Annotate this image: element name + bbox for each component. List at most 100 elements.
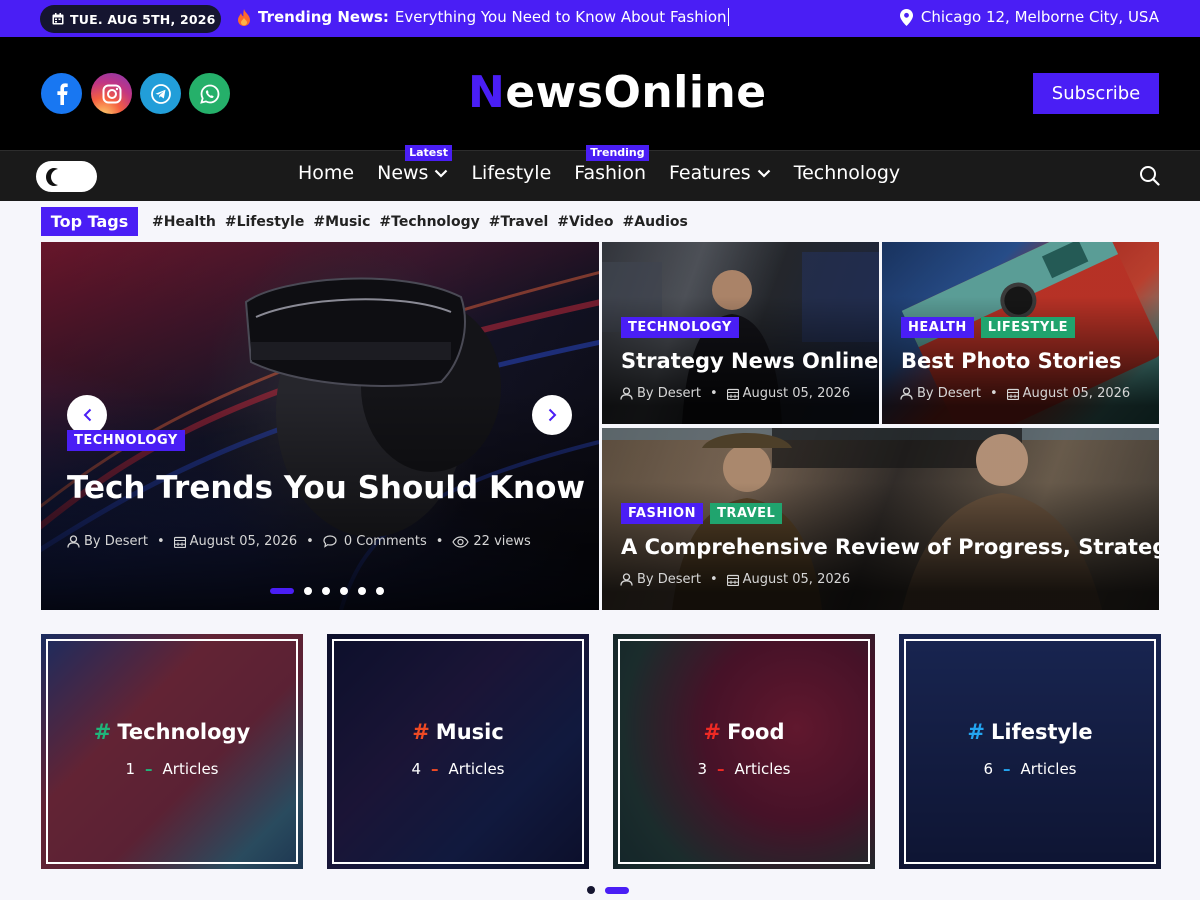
user-icon: [67, 535, 80, 548]
author[interactable]: By Desert: [620, 386, 701, 401]
subscribe-button[interactable]: Subscribe: [1033, 73, 1159, 114]
tag-technology[interactable]: #Technology: [379, 214, 479, 230]
category-tile-food[interactable]: # Food 3– Articles: [613, 634, 875, 869]
comments[interactable]: 0 Comments: [323, 534, 427, 549]
tile-frame: [904, 639, 1156, 864]
post-date: August 05, 2026: [726, 572, 850, 587]
nav-label: Fashion: [574, 162, 646, 184]
nav-label: Lifestyle: [471, 162, 552, 184]
tile-name-text: Lifestyle: [990, 720, 1093, 744]
site-header: NewsOnline Subscribe: [0, 37, 1200, 150]
card-categories: HEALTH LIFESTYLE: [901, 316, 1077, 338]
category-badge[interactable]: LIFESTYLE: [980, 317, 1075, 338]
calendar-icon: [1006, 388, 1019, 400]
facebook-icon[interactable]: [41, 73, 82, 114]
nav-item-features[interactable]: Features: [669, 162, 771, 184]
user-icon: [620, 573, 633, 586]
trending-news[interactable]: Trending News: Everything You Need to Kn…: [237, 8, 729, 26]
tile-name: # Food: [613, 720, 875, 744]
meta-separator: •: [306, 534, 314, 549]
slider-dot[interactable]: [322, 587, 330, 595]
category-tile-technology[interactable]: # Technology 1– Articles: [41, 634, 303, 869]
post-card[interactable]: HEALTH LIFESTYLE Best Photo Stories By D…: [882, 242, 1159, 424]
hash-icon: #: [93, 720, 112, 744]
date-text: August 05, 2026: [1022, 386, 1131, 401]
slider-dot[interactable]: [270, 588, 294, 594]
slider-dot[interactable]: [358, 587, 366, 595]
tag-video[interactable]: #Video: [557, 214, 613, 230]
nav-badge-latest: Latest: [405, 145, 453, 161]
slider-next-button[interactable]: [532, 395, 572, 435]
category-carousel-dots: [587, 886, 639, 894]
category-badge[interactable]: FASHION: [621, 503, 703, 524]
tile-count-label: Articles: [162, 760, 219, 778]
author-name: By Desert: [917, 386, 981, 401]
top-tags-label: Top Tags: [41, 207, 138, 236]
nav-menu: Home Latest News Lifestyle Trending Fash…: [298, 145, 923, 184]
category-badge[interactable]: TECHNOLOGY: [67, 430, 185, 451]
date-pill: TUE. AUG 5TH, 2026: [40, 5, 221, 33]
search-icon[interactable]: [1139, 165, 1160, 190]
nav-item-home[interactable]: Home: [298, 162, 354, 184]
trending-headline[interactable]: Everything You Need to Know About Fashio…: [395, 8, 729, 26]
category-badge[interactable]: TRAVEL: [710, 503, 783, 524]
hash-icon: #: [412, 720, 430, 744]
post-date: August 05, 2026: [173, 534, 297, 549]
card-meta: By Desert • August 05, 2026: [620, 386, 850, 401]
tag-lifestyle[interactable]: #Lifestyle: [225, 214, 304, 230]
nav-item-lifestyle[interactable]: Lifestyle: [471, 162, 551, 184]
dash-separator: –: [431, 760, 439, 778]
card-title[interactable]: Best Photo Stories: [901, 349, 1122, 373]
chevron-right-icon: [548, 408, 556, 422]
hero-title[interactable]: Tech Trends You Should Know: [67, 470, 585, 506]
top-bar: TUE. AUG 5TH, 2026 Trending News: Everyt…: [0, 0, 1200, 37]
nav-item-technology[interactable]: Technology: [794, 162, 900, 184]
tag-audios[interactable]: #Audios: [623, 214, 688, 230]
tag-travel[interactable]: #Travel: [489, 214, 549, 230]
author[interactable]: By Desert: [900, 386, 981, 401]
telegram-icon[interactable]: [140, 73, 181, 114]
site-logo[interactable]: NewsOnline: [468, 67, 767, 118]
dark-mode-toggle[interactable]: [36, 161, 97, 192]
chevron-left-icon: [83, 408, 91, 422]
slider-dot[interactable]: [340, 587, 348, 595]
meta-separator: •: [156, 534, 165, 549]
author[interactable]: By Desert: [620, 572, 701, 587]
category-badge[interactable]: TECHNOLOGY: [621, 317, 739, 338]
tile-count: 1– Articles: [41, 760, 303, 778]
category-badge[interactable]: HEALTH: [901, 317, 974, 338]
carousel-dot[interactable]: [587, 886, 595, 894]
dash-separator: –: [1003, 760, 1011, 778]
nav-item-fashion[interactable]: Trending Fashion: [574, 145, 649, 184]
hero-slider[interactable]: TECHNOLOGY Tech Trends You Should Know B…: [41, 242, 599, 610]
nav-item-news[interactable]: Latest News: [377, 145, 453, 184]
author-name: By Desert: [84, 534, 148, 549]
tile-count: 6– Articles: [899, 760, 1161, 778]
post-card[interactable]: TECHNOLOGY Strategy News Online By Deser…: [602, 242, 879, 424]
comments-count: 0 Comments: [343, 534, 427, 549]
nav-label: News: [377, 162, 429, 184]
post-card[interactable]: FASHION TRAVEL A Comprehensive Review of…: [602, 428, 1159, 610]
tag-health[interactable]: #Health: [152, 214, 216, 230]
slider-dot[interactable]: [376, 587, 384, 595]
tile-name: # Technology: [41, 720, 303, 744]
slider-dot[interactable]: [304, 587, 312, 595]
author[interactable]: By Desert: [67, 534, 148, 549]
calendar-icon: [726, 574, 739, 586]
category-tile-lifestyle[interactable]: # Lifestyle 6– Articles: [899, 634, 1161, 869]
nav-badge-trending: Trending: [586, 145, 649, 161]
tile-count: 3– Articles: [613, 760, 875, 778]
carousel-dot[interactable]: [605, 886, 629, 894]
logo-initial: N: [468, 67, 506, 118]
author-name: By Desert: [637, 386, 701, 401]
card-title[interactable]: Strategy News Online: [621, 349, 878, 373]
tag-music[interactable]: #Music: [313, 214, 370, 230]
calendar-icon: [52, 13, 64, 25]
whatsapp-icon[interactable]: [189, 73, 230, 114]
card-title[interactable]: A Comprehensive Review of Progress, Stra…: [621, 535, 1159, 559]
tile-count-number: 3: [697, 760, 708, 778]
main-nav: Home Latest News Lifestyle Trending Fash…: [0, 145, 1200, 201]
category-tile-music[interactable]: # Music 4– Articles: [327, 634, 589, 869]
hero-meta: By Desert • August 05, 2026 • 0 Comments…: [67, 534, 531, 549]
instagram-icon[interactable]: [91, 73, 132, 114]
